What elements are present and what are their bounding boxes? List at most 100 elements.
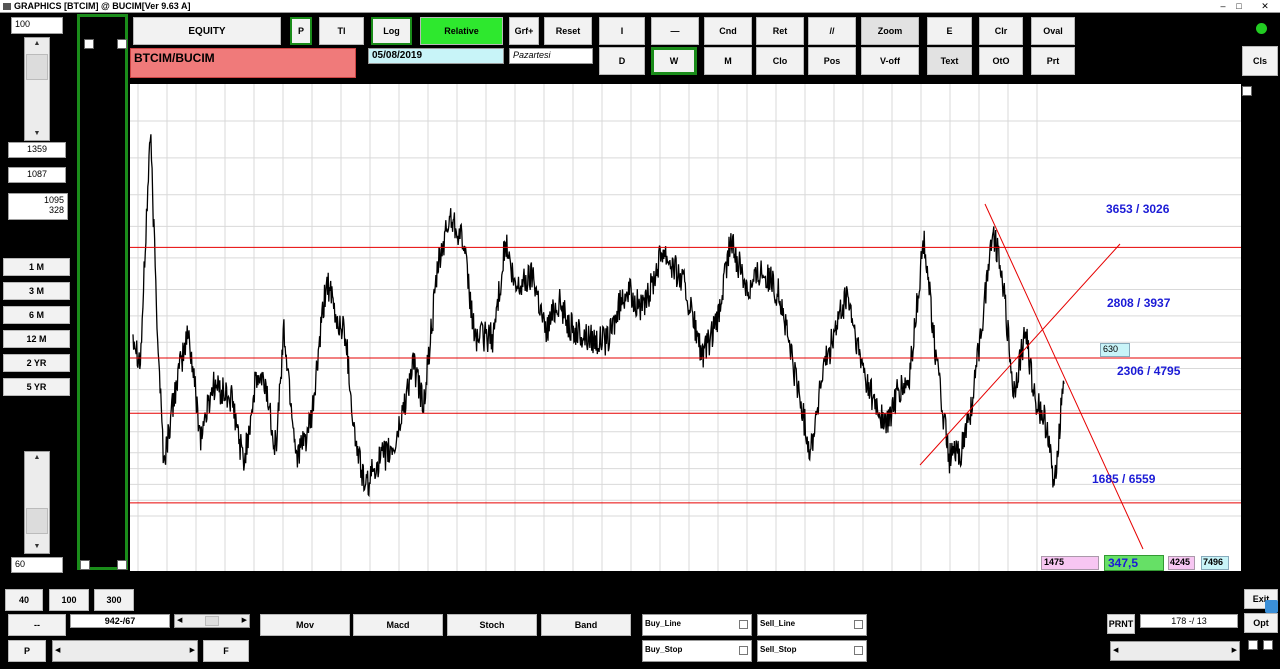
buy-line-checkbox[interactable] [739, 620, 748, 629]
text-button[interactable]: Text [927, 47, 972, 75]
price-chart[interactable] [130, 84, 1241, 571]
clo-button[interactable]: Clo [756, 47, 804, 75]
dash-button[interactable]: — [651, 17, 699, 45]
bottom-checkbox-1[interactable] [1248, 640, 1258, 650]
scroll-up-arrow-icon[interactable]: ▲ [25, 38, 49, 50]
oto-button[interactable]: OtO [979, 47, 1023, 75]
cnd-button[interactable]: Cnd [704, 17, 752, 45]
scroll-up-arrow-icon[interactable]: ▲ [25, 452, 49, 464]
upper-vertical-scrollbar[interactable]: ▲ ▼ [24, 37, 50, 141]
date-field[interactable]: 05/08/2019 [368, 48, 504, 64]
w-button[interactable]: W [651, 47, 697, 75]
frame-checkbox-top-left[interactable] [84, 39, 94, 49]
value-field-3[interactable]: 1095 328 [8, 193, 68, 220]
period-5yr-button[interactable]: 5 YR [3, 378, 70, 396]
lower-vertical-scrollbar[interactable]: ▲ ▼ [24, 451, 50, 554]
grf-plus-button[interactable]: Grf+ [509, 17, 539, 45]
scroll-left-arrow-icon[interactable]: ◀ [177, 615, 182, 627]
left-axis-tick: -17 [93, 357, 107, 367]
period-2yr-button[interactable]: 2 YR [3, 354, 70, 372]
v-off-button[interactable]: V-off [861, 47, 919, 75]
x-axis-label: 22/04 2019 [1041, 572, 1063, 592]
left-axis-tick: 45 [94, 169, 105, 179]
day-field[interactable]: Pazartesi [509, 48, 593, 64]
chart-background [130, 84, 1241, 571]
sell-stop-checkbox[interactable] [854, 646, 863, 655]
scroll-right-arrow-icon[interactable]: ▶ [1232, 642, 1237, 660]
tl-button[interactable]: Tl [319, 17, 364, 45]
left-axis-tick: 27 [94, 216, 105, 226]
i-button[interactable]: I [599, 17, 645, 45]
scroll-down-arrow-icon[interactable]: ▼ [25, 128, 49, 140]
cls-button[interactable]: Cls [1242, 46, 1278, 76]
scroll-left-arrow-icon[interactable]: ◀ [1113, 642, 1118, 660]
scroll-right-arrow-icon[interactable]: ▶ [242, 615, 247, 627]
bottom-value-field[interactable]: 60 [11, 557, 63, 573]
sell-stop-option[interactable]: Sell_Stop [757, 640, 867, 662]
prt-button[interactable]: Prt [1031, 47, 1075, 75]
e-button[interactable]: E [927, 17, 972, 45]
scroll-down-arrow-icon[interactable]: ▼ [25, 541, 49, 553]
opt-button[interactable]: Opt [1244, 613, 1278, 633]
buy-stop-option[interactable]: Buy_Stop [642, 640, 752, 662]
top-value-field[interactable]: 100 [11, 17, 63, 34]
buy-stop-checkbox[interactable] [739, 646, 748, 655]
help-badge-icon[interactable] [1265, 600, 1278, 613]
40-button[interactable]: 40 [5, 589, 43, 611]
scroll-right-arrow-icon[interactable]: ▶ [190, 641, 195, 661]
period-3m-button[interactable]: 3 M [3, 282, 70, 300]
period-1m-button[interactable]: 1 M [3, 258, 70, 276]
p-button[interactable]: P [290, 17, 312, 45]
dashes-button[interactable]: -- [8, 614, 66, 636]
zoom-button[interactable]: Zoom [861, 17, 919, 45]
horizontal-scrollbar[interactable]: ◀ ▶ [52, 640, 198, 662]
log-button[interactable]: Log [371, 17, 412, 45]
100-button[interactable]: 100 [49, 589, 89, 611]
minimize-button[interactable]: – [1216, 0, 1230, 12]
mov-button[interactable]: Mov [260, 614, 350, 636]
bottom-checkbox-2[interactable] [1263, 640, 1273, 650]
parallel-lines-button[interactable]: // [808, 17, 856, 45]
d-button[interactable]: D [599, 47, 645, 75]
scroll-left-arrow-icon[interactable]: ◀ [55, 641, 60, 661]
prnt-button[interactable]: PRNT [1107, 614, 1135, 634]
clr-button[interactable]: Clr [979, 17, 1023, 45]
right-axis-tick: 900 [1251, 220, 1267, 231]
period-12m-button[interactable]: 12 M [3, 330, 70, 348]
left-axis-tick: 36 [94, 192, 105, 203]
ratio-scrollbar[interactable]: ◀ ▶ [174, 614, 250, 628]
pos-button[interactable]: Pos [808, 47, 856, 75]
frame-checkbox-top-right[interactable] [117, 39, 127, 49]
p-bottom-button[interactable]: P [8, 640, 46, 662]
scroll-thumb[interactable] [205, 616, 219, 626]
m-button[interactable]: M [704, 47, 752, 75]
sell-line-checkbox[interactable] [854, 620, 863, 629]
buy-line-option[interactable]: Buy_Line [642, 614, 752, 636]
equity-button[interactable]: EQUITY [133, 17, 281, 45]
right-horizontal-scrollbar[interactable]: ◀ ▶ [1110, 641, 1240, 661]
close-button[interactable]: ✕ [1250, 0, 1280, 12]
300-button[interactable]: 300 [94, 589, 134, 611]
scroll-thumb[interactable] [26, 508, 48, 534]
frame-checkbox-bottom-left[interactable] [80, 560, 90, 570]
macd-button[interactable]: Macd [353, 614, 443, 636]
value-field-2[interactable]: 1087 [8, 167, 66, 183]
relative-button[interactable]: Relative [420, 17, 503, 45]
scroll-thumb[interactable] [26, 54, 48, 80]
oval-button[interactable]: Oval [1031, 17, 1075, 45]
right-axis-tick: 960 [1251, 188, 1267, 199]
f-button[interactable]: F [203, 640, 249, 662]
sell-line-option[interactable]: Sell_Line [757, 614, 867, 636]
left-axis-tick: -33 [93, 427, 107, 438]
stoch-button[interactable]: Stoch [447, 614, 537, 636]
page-info-field[interactable]: 178 -/ 13 [1140, 614, 1238, 628]
reset-button[interactable]: Reset [544, 17, 592, 45]
value-field-1[interactable]: 1359 [8, 142, 66, 158]
maximize-button[interactable]: □ [1232, 0, 1246, 12]
period-6m-button[interactable]: 6 M [3, 306, 70, 324]
ratio-field[interactable]: 942-/67 [70, 614, 170, 628]
right-axis-tick: 550 [1251, 404, 1267, 415]
frame-checkbox-bottom-right[interactable] [117, 560, 127, 570]
ret-button[interactable]: Ret [756, 17, 804, 45]
band-button[interactable]: Band [541, 614, 631, 636]
